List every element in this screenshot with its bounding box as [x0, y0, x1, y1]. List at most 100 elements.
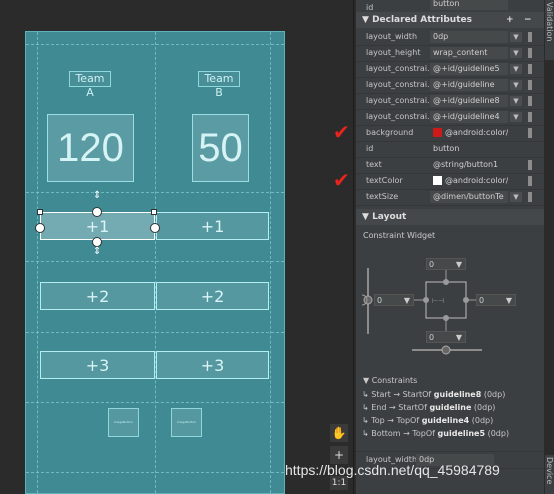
corner-handle[interactable]: [37, 209, 43, 215]
team-a-image-button[interactable]: imageButton: [108, 408, 139, 437]
phone-preview[interactable]: Team A Team B 120 50 +1 +1 +2 +2 +3 +3 i…: [25, 31, 285, 494]
textcolor-value[interactable]: @android:color/whi: [430, 175, 508, 187]
constraints-header[interactable]: ▼ Constraints: [363, 376, 417, 385]
guideline[interactable]: [26, 472, 284, 473]
attr-value[interactable]: wrap_content: [430, 47, 508, 59]
dropdown-icon[interactable]: ▼: [510, 32, 522, 42]
team-a-label[interactable]: Team A: [69, 71, 111, 99]
attr-value[interactable]: @+id/guideline8: [430, 95, 508, 107]
margin-arrow-bottom-icon: ⇕: [93, 246, 102, 257]
attr-row[interactable]: layout_width 0dp ▼: [356, 29, 544, 46]
team-a-score[interactable]: 120: [47, 114, 134, 182]
background-value[interactable]: @android:color/hol: [430, 127, 508, 139]
constraint-item[interactable]: ↳ End → StartOf guideline (0dp): [362, 403, 495, 412]
attr-value[interactable]: @dimen/buttonTe: [430, 191, 508, 203]
dropdown-icon[interactable]: ▼: [510, 192, 522, 202]
anchor-icon[interactable]: [423, 297, 429, 303]
section-title: Layout: [372, 212, 407, 222]
pan-tool-button[interactable]: ✋: [330, 424, 348, 442]
attr-row[interactable]: textSize @dimen/buttonTe ▼: [356, 189, 544, 206]
attr-row[interactable]: layout_constrai... @+id/guideline4 ▼: [356, 109, 544, 126]
right-margin-dropdown[interactable]: 0 ▼: [476, 294, 516, 306]
id-field[interactable]: button: [430, 0, 508, 10]
dropdown-icon[interactable]: ▼: [510, 80, 522, 90]
guideline[interactable]: [37, 32, 38, 493]
pin-icon[interactable]: [528, 112, 532, 122]
pin-icon[interactable]: [528, 192, 532, 202]
pin-icon[interactable]: [528, 176, 532, 186]
pin-icon[interactable]: [528, 32, 532, 42]
device-side-tab[interactable]: Device: [545, 455, 554, 494]
team-a-plus3-button[interactable]: +3: [40, 351, 155, 379]
guideline[interactable]: [155, 32, 156, 493]
anchor-icon[interactable]: [443, 279, 449, 285]
constraint-item[interactable]: ↳ Top → TopOf guideline4 (0dp): [362, 416, 493, 425]
color-swatch-icon[interactable]: [433, 176, 442, 185]
team-b-label[interactable]: Team B: [198, 71, 240, 99]
dropdown-icon[interactable]: ▼: [510, 96, 522, 106]
constraint-item[interactable]: ↳ Bottom → TopOf guideline5 (0dp): [362, 429, 509, 438]
pin-icon[interactable]: [528, 160, 532, 170]
corner-handle[interactable]: [151, 209, 157, 215]
top-margin-dropdown[interactable]: 0 ▼: [426, 258, 466, 270]
checkmark-annotation-icon: ✔: [333, 120, 350, 144]
pin-icon[interactable]: [528, 80, 532, 90]
constraint-item[interactable]: ↳ Start → StartOf guideline8 (0dp): [362, 390, 505, 399]
guideline[interactable]: [26, 44, 284, 45]
add-attribute-button[interactable]: +: [506, 12, 514, 28]
pin-icon[interactable]: [528, 48, 532, 58]
pin-icon[interactable]: [528, 128, 532, 138]
validation-side-tab[interactable]: Validation: [545, 0, 554, 60]
attr-value[interactable]: @+id/guideline4: [430, 111, 508, 123]
attr-value[interactable]: @+id/guideline5: [430, 63, 508, 75]
attr-row[interactable]: background @android:color/hol: [356, 125, 544, 142]
bottom-margin-dropdown[interactable]: 0 ▼: [426, 331, 466, 343]
guideline[interactable]: [270, 32, 271, 493]
section-title: Declared Attributes: [372, 15, 472, 25]
attr-label: background: [366, 128, 414, 137]
pin-icon[interactable]: [528, 96, 532, 106]
color-swatch-icon[interactable]: [433, 128, 442, 137]
dropdown-icon[interactable]: ▼: [510, 48, 522, 58]
attr-row[interactable]: textColor @android:color/whi: [356, 173, 544, 190]
attr-row[interactable]: layout_constrai... @+id/guideline8 ▼: [356, 93, 544, 110]
anchor-icon[interactable]: [463, 297, 469, 303]
panel-divider[interactable]: [353, 0, 354, 494]
guideline[interactable]: [26, 261, 284, 262]
attr-value[interactable]: @string/button1: [430, 159, 508, 171]
dropdown-icon[interactable]: ▼: [510, 64, 522, 74]
team-b-plus3-button[interactable]: +3: [156, 351, 269, 379]
zoom-ratio-button[interactable]: 1:1: [330, 476, 348, 490]
remove-attribute-button[interactable]: −: [524, 12, 532, 28]
team-b-plus1-button[interactable]: +1: [156, 212, 269, 240]
bias-slider-knob[interactable]: [441, 345, 451, 355]
declared-attributes-header[interactable]: ▼ Declared Attributes + −: [356, 12, 544, 28]
vertical-bias-knob[interactable]: [363, 295, 373, 305]
checkmark-annotation-icon: ✔: [333, 168, 350, 192]
guideline[interactable]: [26, 192, 284, 193]
pin-icon[interactable]: [528, 64, 532, 74]
attr-row[interactable]: layout_height wrap_content ▼: [356, 45, 544, 62]
anchor-icon[interactable]: [443, 315, 449, 321]
attr-row[interactable]: layout_constrai... @+id/guideline ▼: [356, 77, 544, 94]
team-b-image-button[interactable]: imageButton: [171, 408, 202, 437]
attr-value[interactable]: button: [430, 143, 508, 155]
attr-row[interactable]: layout_constrai... @+id/guideline5 ▼: [356, 61, 544, 78]
dropdown-icon[interactable]: ▼: [510, 112, 522, 122]
guideline[interactable]: [26, 402, 284, 403]
guideline[interactable]: [26, 332, 284, 333]
attr-row[interactable]: id button: [356, 141, 544, 158]
left-margin-dropdown[interactable]: 0 ▼: [374, 294, 414, 306]
team-b-plus2-button[interactable]: +2: [156, 282, 269, 310]
width-mode-icon[interactable]: ⊢⊣: [432, 297, 444, 305]
attr-row[interactable]: text @string/button1: [356, 157, 544, 174]
anchor-handle-top[interactable]: [92, 207, 102, 217]
resize-handle-left[interactable]: [35, 223, 45, 233]
layout-section-header[interactable]: ▼ Layout: [356, 209, 544, 225]
constraint-text: Start → StartOf: [371, 390, 434, 399]
attr-value[interactable]: @+id/guideline: [430, 79, 508, 91]
attr-value[interactable]: 0dp: [430, 31, 508, 43]
resize-handle-right[interactable]: [150, 223, 160, 233]
team-b-score[interactable]: 50: [192, 114, 249, 182]
team-a-plus2-button[interactable]: +2: [40, 282, 155, 310]
